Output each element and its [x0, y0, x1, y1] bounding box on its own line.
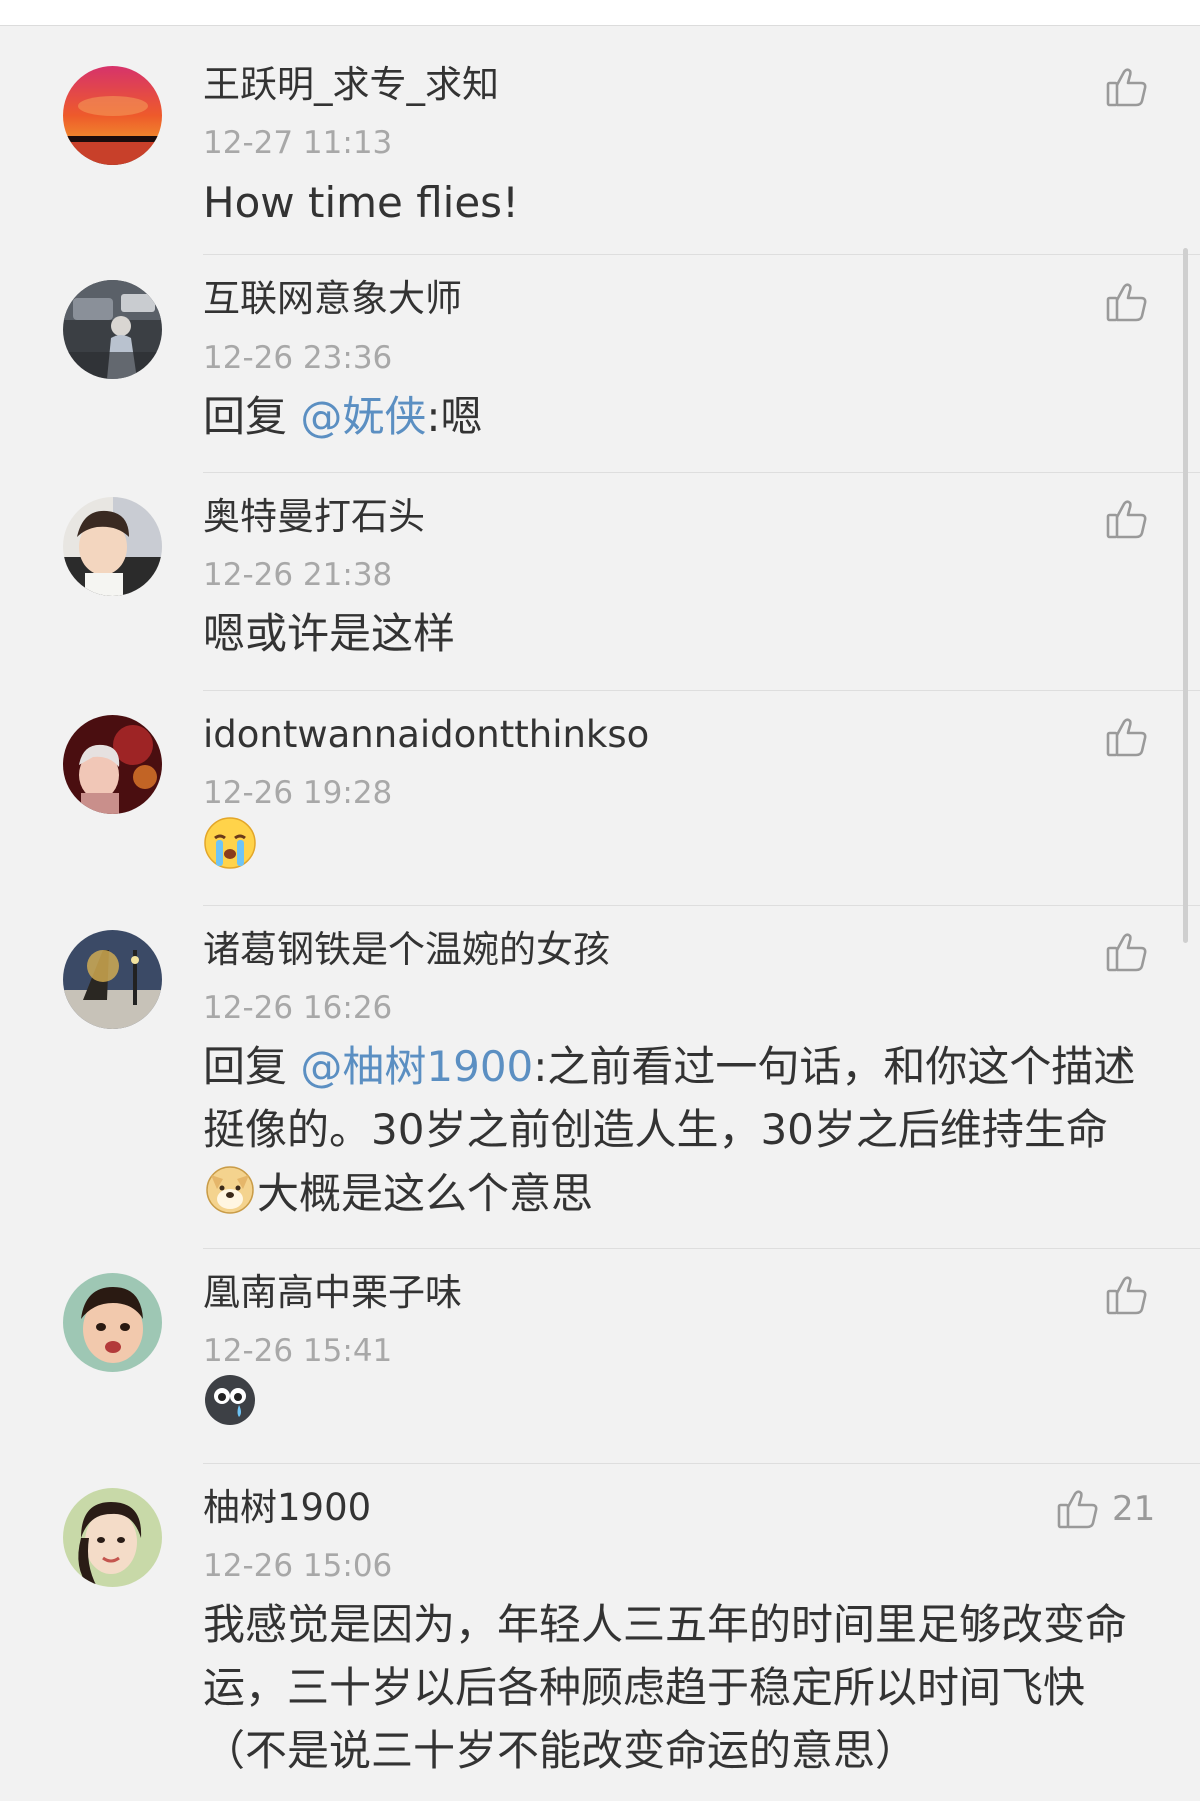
comment-text — [203, 816, 1148, 887]
thumbs-up-icon — [1105, 497, 1149, 541]
thumbs-up-icon — [1105, 715, 1149, 759]
mention-link[interactable]: @妩侠 — [300, 392, 426, 441]
thumbs-up-icon — [1105, 280, 1149, 324]
divider — [203, 472, 1200, 473]
comment-username[interactable]: 凰南高中栗子味 — [203, 1274, 462, 1311]
avatar[interactable] — [63, 1488, 162, 1587]
comment-time: 12-26 19:28 — [203, 775, 393, 811]
like-button[interactable] — [1105, 496, 1149, 542]
comment-time: 12-27 11:13 — [203, 125, 393, 161]
comment-text: 回复 @妩侠:嗯 — [203, 385, 1148, 448]
comment-time: 12-26 16:26 — [203, 990, 393, 1026]
comment-text: 回复 @柚树1900:之前看过一句话，和你这个描述挺像的。30岁之前创造人生，3… — [203, 1035, 1148, 1232]
comment-time: 12-26 15:41 — [203, 1333, 393, 1369]
comment-text: How time flies! — [203, 178, 519, 227]
comment-username[interactable]: 柚树1900 — [203, 1489, 371, 1526]
thumbs-up-icon — [1105, 930, 1149, 974]
divider — [203, 690, 1200, 691]
like-button[interactable] — [1105, 929, 1149, 975]
top-bar — [0, 0, 1200, 26]
scrollbar[interactable] — [1183, 248, 1188, 943]
comment-time: 12-26 15:06 — [203, 1548, 393, 1584]
reply-prefix: 回复 — [203, 392, 288, 441]
divider — [203, 254, 1200, 255]
divider — [203, 1463, 1200, 1464]
tearful-eyes-emoji — [203, 1373, 257, 1444]
like-count: 21 — [1112, 1489, 1156, 1529]
divider — [203, 1248, 1200, 1249]
thumbs-up-icon — [1105, 1273, 1149, 1317]
avatar[interactable] — [63, 1273, 162, 1372]
comment-text: 嗯或许是这样 — [203, 609, 456, 658]
comment-username[interactable]: 奥特曼打石头 — [203, 498, 425, 535]
avatar[interactable] — [63, 66, 162, 165]
reply-text: :嗯 — [426, 392, 483, 441]
reply-text-end: 大概是这么个意思 — [257, 1169, 594, 1218]
avatar[interactable] — [63, 280, 162, 379]
comment-text: 我感觉是因为，年轻人三五年的时间里足够改变命运，三十岁以后各种顾虑趋于稳定所以时… — [203, 1600, 1128, 1775]
reply-prefix: 回复 — [203, 1042, 288, 1091]
comment-time: 12-26 23:36 — [203, 340, 393, 376]
avatar[interactable] — [63, 930, 162, 1029]
comment-username[interactable]: 王跃明_求专_求知 — [203, 66, 499, 103]
doge-emoji — [203, 1161, 257, 1232]
avatar[interactable] — [63, 715, 162, 814]
like-button[interactable] — [1105, 64, 1149, 110]
mention-link[interactable]: @柚树1900 — [300, 1042, 533, 1091]
avatar[interactable] — [63, 497, 162, 596]
thumbs-up-icon — [1056, 1487, 1100, 1531]
comment-username[interactable]: idontwannaidontthinkso — [203, 716, 649, 753]
like-button[interactable]: 21 — [1056, 1486, 1155, 1532]
comment-username[interactable]: 互联网意象大师 — [203, 280, 462, 317]
like-button[interactable] — [1105, 279, 1149, 325]
crying-face-emoji — [203, 816, 257, 887]
divider — [203, 905, 1200, 906]
like-button[interactable] — [1105, 1272, 1149, 1318]
comment-username[interactable]: 诸葛钢铁是个温婉的女孩 — [203, 931, 610, 968]
comment-time: 12-26 21:38 — [203, 557, 393, 593]
comment-text — [203, 1373, 1148, 1444]
like-button[interactable] — [1105, 714, 1149, 760]
thumbs-up-icon — [1105, 65, 1149, 109]
